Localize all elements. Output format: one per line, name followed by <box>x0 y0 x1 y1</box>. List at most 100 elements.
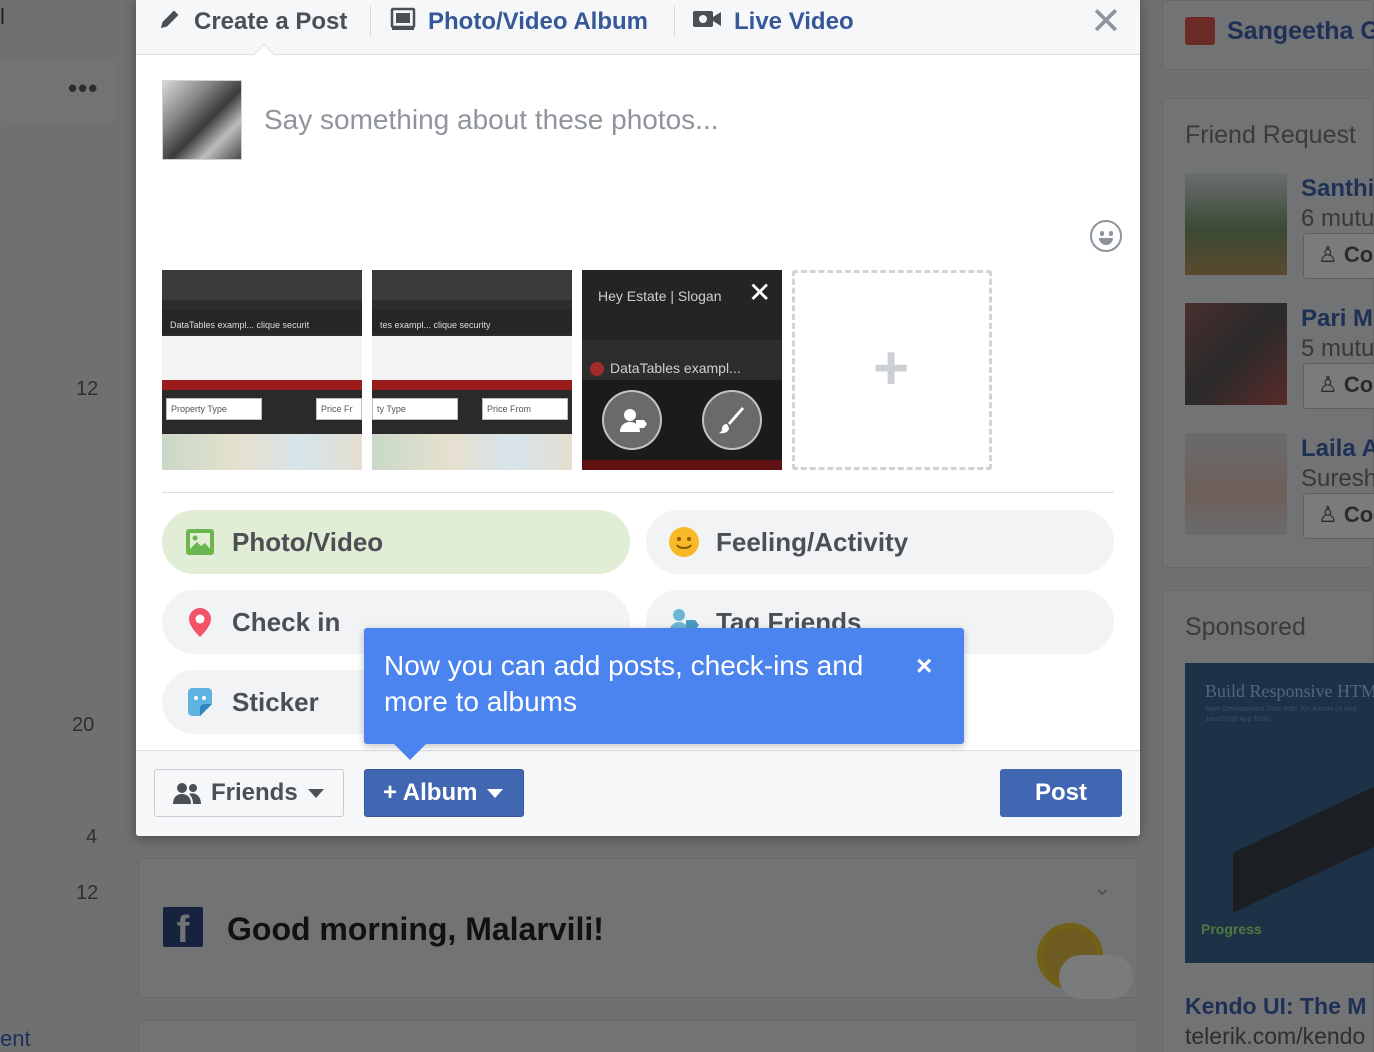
ad-title[interactable]: Kendo UI: The M <box>1185 993 1366 1020</box>
tooltip-close-icon[interactable]: × <box>916 648 932 684</box>
caret-down-icon <box>307 788 324 798</box>
facebook-logo-icon: f <box>163 907 203 947</box>
left-count: 12 <box>76 882 99 904</box>
tab-live-video[interactable]: Live Video <box>692 6 854 38</box>
brush-icon <box>719 407 744 434</box>
tab-divider <box>370 6 371 36</box>
album-label: + Album <box>383 779 478 806</box>
pencil-icon <box>158 7 182 38</box>
caret-down-icon <box>487 788 504 798</box>
more-options-icon[interactable]: ••• <box>68 75 98 101</box>
left-nav-link[interactable]: ent <box>0 1026 31 1052</box>
tag-person-icon <box>620 409 647 432</box>
sticker-icon <box>184 686 216 718</box>
gift-icon <box>1185 17 1215 45</box>
album-icon <box>390 7 416 38</box>
photo-icon <box>184 526 216 558</box>
thumbnail-caption: DataTables exampl... clique securit <box>170 320 310 330</box>
audience-selector[interactable]: Friends <box>154 769 344 817</box>
action-label: Feeling/Activity <box>716 526 909 557</box>
thumbnail-caption: DataTables exampl... <box>610 360 741 376</box>
sponsored-card: Sponsored Build Responsive HTM Save Deve… <box>1162 590 1374 1052</box>
tab-divider <box>674 6 675 36</box>
plus-icon: + <box>873 334 910 403</box>
greeting-text: Good morning, Malarvili! <box>227 911 604 947</box>
thumbnail-select: ty Type <box>372 398 458 420</box>
ad-headline: Build Responsive HTM <box>1205 681 1374 701</box>
friend-requests-title: Friend Request <box>1185 121 1356 149</box>
ad-subtext: Save Development Time With 70+ Kendo UI … <box>1205 706 1357 723</box>
add-friend-icon: ♙ <box>1318 372 1344 397</box>
mutual-friends: Suresh <box>1301 465 1374 492</box>
modal-footer: Friends + Album Post <box>136 750 1140 836</box>
action-label: Sticker <box>232 686 319 717</box>
confirm-label: Co <box>1343 372 1374 397</box>
left-count: 4 <box>86 826 98 848</box>
tag-photo-button[interactable] <box>602 390 662 450</box>
emoji-icon[interactable] <box>1090 220 1122 252</box>
action-label: Check in <box>232 606 341 637</box>
photo-video-button[interactable]: Photo/Video <box>162 510 630 574</box>
friend-avatar[interactable] <box>1185 173 1287 275</box>
add-friend-icon: ♙ <box>1318 242 1344 267</box>
ad-brand: Progress <box>1201 921 1262 937</box>
friend-avatar[interactable] <box>1185 303 1287 405</box>
feed-card <box>138 1020 1138 1052</box>
tab-create-post[interactable]: Create a Post <box>158 6 347 38</box>
photo-thumbnail[interactable]: tes exampl... clique security ty Type Pr… <box>372 270 572 470</box>
feeling-activity-button[interactable]: Feeling/Activity <box>646 510 1114 574</box>
add-photo-button[interactable]: + <box>792 270 992 470</box>
modal-header: Create a Post Photo/Video Album Live Vid… <box>136 0 1140 55</box>
thumbnail-caption: Hey Estate | Slogan <box>598 288 722 304</box>
add-friend-icon: ♙ <box>1318 502 1344 527</box>
ad-device-graphic <box>1233 773 1374 913</box>
smiley-icon <box>668 526 700 558</box>
confirm-button[interactable]: ♙ Co <box>1303 493 1374 539</box>
thumbnail-caption: tes exampl... clique security <box>380 320 491 330</box>
album-tooltip: Now you can add posts, check-ins and mor… <box>364 628 964 760</box>
remove-photo-icon[interactable]: ✕ <box>748 276 771 309</box>
left-count: 20 <box>72 714 95 736</box>
thumbnail-select: Price From <box>482 398 568 420</box>
video-camera-icon <box>692 8 722 37</box>
photo-thumbnail[interactable]: DataTables exampl... clique securit Prop… <box>162 270 362 470</box>
sponsored-title: Sponsored <box>1185 613 1306 641</box>
tooltip-arrow <box>394 744 426 760</box>
post-button[interactable]: Post <box>1000 769 1122 817</box>
mutual-friends: 5 mutu <box>1301 335 1374 362</box>
confirm-label: Co <box>1343 502 1374 527</box>
post-text-input[interactable] <box>264 98 1064 142</box>
ad-url[interactable]: telerik.com/kendo <box>1185 1023 1365 1050</box>
friend-name[interactable]: Pari M <box>1301 305 1373 333</box>
greeting-card: f Good morning, Malarvili! ⌄ <box>138 858 1138 999</box>
close-icon[interactable]: ✕ <box>1090 2 1122 42</box>
friend-name[interactable]: Santhi <box>1301 175 1374 203</box>
chevron-down-icon[interactable]: ⌄ <box>1093 875 1111 901</box>
edit-photo-button[interactable] <box>702 390 762 450</box>
thumbnail-select: Property Type <box>166 398 262 420</box>
tab-label: Live Video <box>734 8 854 35</box>
confirm-label: Co <box>1343 242 1374 267</box>
audience-label: Friends <box>211 779 298 806</box>
ad-image[interactable]: Build Responsive HTM Save Development Ti… <box>1185 663 1374 963</box>
confirm-button[interactable]: ♙ Co <box>1303 363 1374 409</box>
left-card <box>0 60 116 122</box>
friend-requests-card: Friend Request Santhi 6 mutu ♙ Co Pari M… <box>1162 98 1374 568</box>
friend-name[interactable]: Laila A <box>1301 435 1374 463</box>
mutual-friends: 6 mutu <box>1301 205 1374 232</box>
album-selector[interactable]: + Album <box>364 769 524 817</box>
thumbnail-favicon <box>590 362 604 376</box>
thumbnail-select: Price Fr <box>316 398 362 420</box>
avatar <box>162 80 242 160</box>
cloud-icon <box>1059 955 1133 999</box>
tab-label: Create a Post <box>194 8 348 35</box>
photo-thumbnail[interactable]: Hey Estate | Slogan DataTables exampl...… <box>582 270 782 470</box>
friend-avatar[interactable] <box>1185 433 1287 535</box>
friends-icon <box>173 782 201 804</box>
birthday-card: Sangeetha G <box>1162 0 1374 70</box>
left-count: 12 <box>76 378 99 400</box>
confirm-button[interactable]: ♙ Co <box>1303 233 1374 279</box>
tab-photo-video-album[interactable]: Photo/Video Album <box>390 6 648 38</box>
action-label: Photo/Video <box>232 526 384 557</box>
birthday-name[interactable]: Sangeetha G <box>1227 17 1374 46</box>
